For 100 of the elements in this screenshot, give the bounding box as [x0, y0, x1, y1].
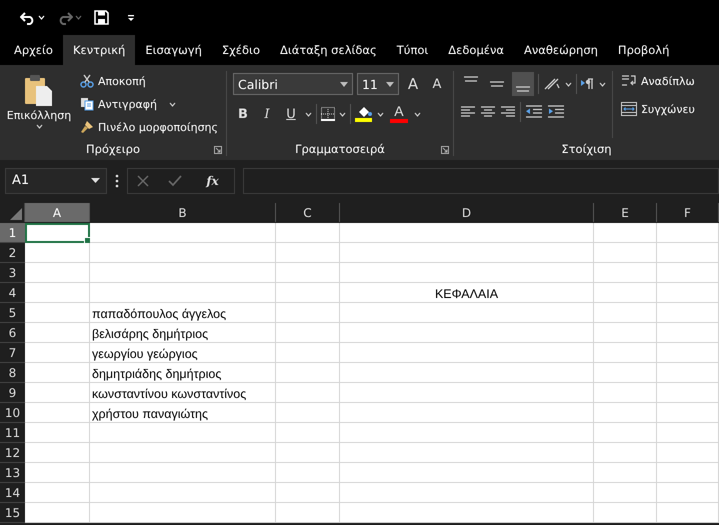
table-cell [657, 443, 719, 463]
decrease-indent-icon[interactable] [524, 105, 543, 119]
font-name-dropdown[interactable]: Calibri [232, 73, 353, 95]
table-cell: ΚΕΦΑΛΑΙΑ [340, 283, 594, 303]
dropdown-arrow-icon [340, 82, 348, 86]
italic-button[interactable]: I [256, 103, 277, 125]
align-left-icon[interactable] [460, 105, 476, 119]
decrease-font-size-button[interactable]: A [426, 73, 447, 95]
ribbon-button[interactable]: Αντιγραφή [78, 94, 220, 114]
formula-input-field[interactable] [243, 168, 719, 194]
table-cell [594, 363, 657, 383]
align-lines-icon [462, 76, 479, 82]
table-cell [276, 443, 340, 463]
table-cell [594, 503, 657, 523]
ribbon-tab[interactable]: Εισαγωγή [135, 35, 212, 65]
bottom-align-button[interactable] [512, 72, 534, 96]
table-cell [594, 463, 657, 483]
cancel-icon[interactable] [137, 174, 150, 186]
table-cell [276, 263, 340, 283]
table-cell: γεωργίου γεώργιος [90, 343, 276, 363]
ribbon-tab[interactable]: Αναθεώρηση [514, 35, 608, 65]
name-box[interactable]: A1 [5, 168, 107, 194]
align-lines-icon [514, 86, 531, 92]
table-cell [657, 303, 719, 323]
font-color-button[interactable]: A [388, 105, 410, 123]
ribbon-tab[interactable]: Αρχείο [4, 35, 63, 65]
scissors-icon [80, 74, 94, 88]
table-cell [25, 503, 90, 523]
table-cell [276, 303, 340, 323]
group-label: Πρόχειρο [86, 142, 140, 156]
align-center-icon[interactable] [480, 105, 496, 119]
borders-icon[interactable] [320, 107, 335, 121]
table-cell [276, 383, 340, 403]
insert-function-button[interactable]: fx [200, 172, 225, 188]
table-cell [276, 343, 340, 363]
wrap-text-button[interactable]: Αναδίπλω [618, 71, 697, 91]
ribbon-tab[interactable]: Διάταξη σελίδας [270, 35, 387, 65]
table-cell [594, 483, 657, 503]
ribbon-button[interactable]: Αποκοπή [78, 71, 220, 91]
ribbon-tab[interactable]: Προβολή [608, 35, 680, 65]
table-cell [594, 403, 657, 423]
table-cell: παπαδόπουλος άγγελος [90, 303, 276, 323]
table-cell [276, 483, 340, 503]
table-cell [25, 483, 90, 503]
table-cell [594, 303, 657, 323]
fill-color-icon[interactable] [354, 106, 373, 122]
table-cell [276, 423, 340, 443]
table-cell [657, 343, 719, 363]
table-cell [25, 243, 90, 263]
more-options-icon[interactable] [115, 174, 119, 188]
paste-button[interactable]: Επικόλληση [6, 71, 72, 138]
table-cell [25, 343, 90, 363]
dropdown-arrow-icon [386, 82, 394, 86]
table-cell [25, 303, 90, 323]
ribbon-tab[interactable]: Δεδομένα [438, 35, 514, 65]
table-cell [25, 403, 90, 423]
increase-font-size-button[interactable]: A [402, 73, 423, 95]
table-cell [594, 343, 657, 363]
table-cell [594, 283, 657, 303]
align-right-icon[interactable] [500, 105, 516, 119]
paragraph-direction-icon[interactable] [580, 78, 595, 90]
ribbon-tab[interactable]: Τύποι [386, 35, 438, 65]
merge-cells-icon [620, 102, 637, 116]
table-cell [657, 243, 719, 263]
save-icon[interactable] [94, 10, 109, 25]
merge-cells-button[interactable]: Συγχώνευ [618, 99, 697, 119]
table-cell [594, 243, 657, 263]
dialog-launcher-icon[interactable] [214, 146, 222, 154]
select-all-icon[interactable] [10, 208, 22, 220]
check-icon[interactable] [168, 174, 182, 186]
clipboard-icon [24, 73, 54, 107]
table-cell [657, 423, 719, 443]
column-header[interactable]: A [25, 203, 90, 222]
table-cell [25, 283, 90, 303]
row-header[interactable]: 1 [0, 223, 25, 243]
table-cell [657, 383, 719, 403]
table-cell [657, 403, 719, 423]
copy-icon [80, 97, 94, 111]
align-lines-icon [488, 81, 505, 87]
undo-icon[interactable] [20, 10, 36, 24]
table-cell [25, 323, 90, 343]
text-orientation-icon[interactable] [542, 77, 561, 91]
table-cell [276, 243, 340, 263]
table-cell [25, 423, 90, 443]
ribbon-tab[interactable]: Κεντρική [62, 35, 136, 65]
underline-button[interactable]: U [280, 103, 301, 125]
table-cell [657, 283, 719, 303]
ribbon-tab[interactable]: Σχέδιο [212, 35, 270, 65]
active-cell[interactable] [25, 223, 90, 243]
increase-indent-icon[interactable] [546, 105, 565, 119]
bold-button[interactable]: B [232, 103, 253, 125]
table-cell [657, 223, 719, 243]
customize-icon[interactable] [127, 14, 135, 22]
font-size-dropdown[interactable]: 11 [356, 73, 399, 95]
table-cell [276, 363, 340, 383]
table-cell: χρήστου παναγιώτης [90, 403, 276, 423]
ribbon-button[interactable]: Πινέλο μορφοποίησης [78, 117, 220, 137]
table-cell [657, 263, 719, 283]
dialog-launcher-icon[interactable] [440, 146, 449, 154]
table-cell [657, 503, 719, 523]
